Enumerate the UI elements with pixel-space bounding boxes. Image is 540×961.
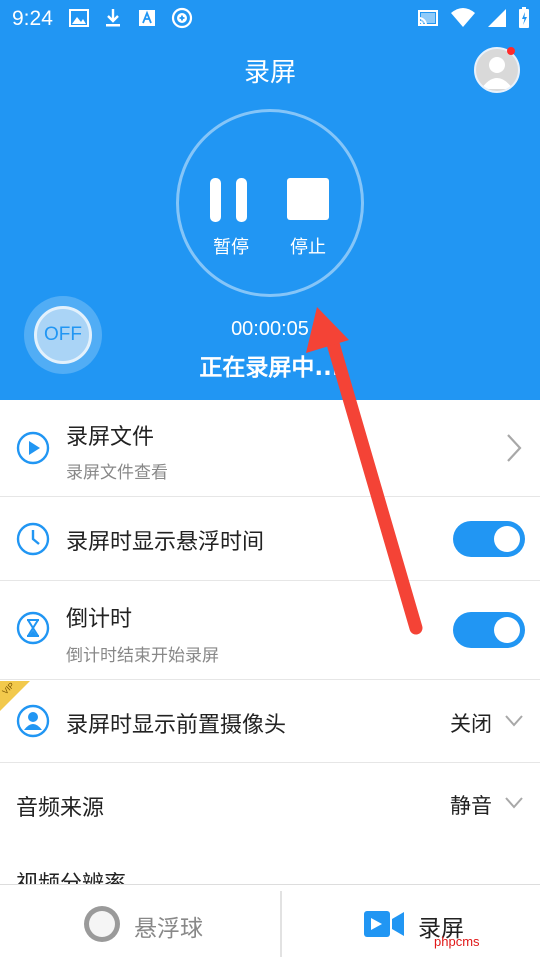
tab-record[interactable]: 录屏 [282,885,540,961]
video-camera-icon [364,911,404,937]
annotation-arrow-shaft [325,333,423,635]
watermark: phpcms [434,934,480,949]
annotation-arrow [306,307,423,635]
floating-ball-icon [84,906,120,942]
annotation-arrow-head [306,307,349,353]
bottom-nav: 悬浮球 录屏 [0,884,540,961]
tab-floating-ball-label: 悬浮球 [134,916,203,942]
tab-floating-ball[interactable]: 悬浮球 [0,885,280,961]
